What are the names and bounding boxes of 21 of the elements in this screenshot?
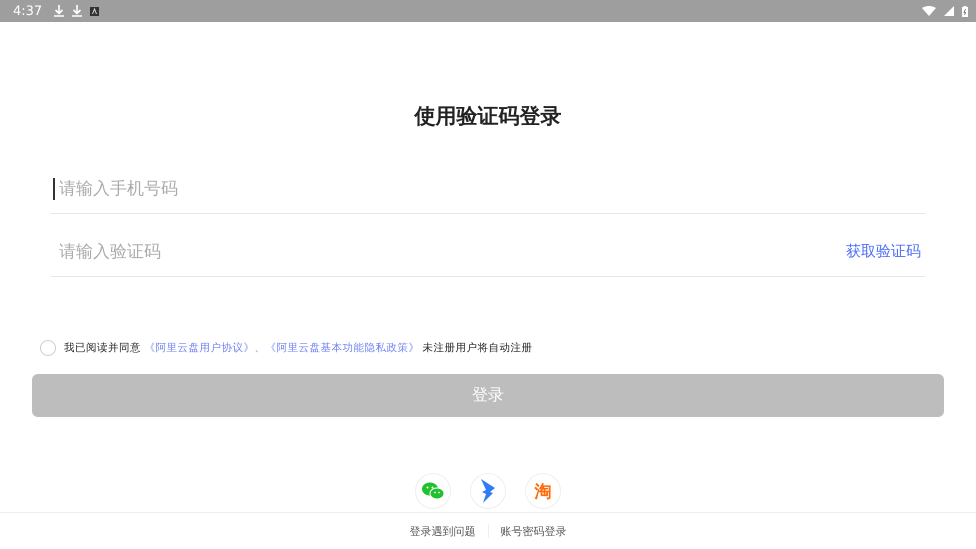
phone-field[interactable]: 请输入手机号码: [51, 178, 925, 198]
page-title: 使用验证码登录: [413, 103, 562, 130]
dingtalk-login-button[interactable]: [470, 473, 506, 509]
signal-icon: [944, 6, 954, 16]
user-agreement-link[interactable]: 《阿里云盘用户协议》: [144, 342, 254, 354]
footer-link[interactable]: 登录遇到问题: [410, 524, 476, 538]
agreement-checkbox[interactable]: [40, 340, 56, 356]
chat-bubbles-icon: [422, 482, 444, 500]
status-time: 4:37: [13, 4, 42, 18]
app-notification-icon: [90, 6, 100, 16]
download-icon: [72, 5, 82, 17]
wechat-login-button[interactable]: [415, 473, 451, 509]
verification-code-field[interactable]: 请输入验证码: [51, 242, 842, 262]
privacy-policy-link[interactable]: 《阿里云盘基本功能隐私政策》: [265, 342, 420, 354]
taobao-login-button[interactable]: 淘: [525, 473, 561, 509]
download-icon: [54, 5, 64, 17]
wifi-icon: [922, 6, 936, 16]
battery-icon: [962, 6, 968, 16]
agreement-text: 我已阅读并同意 《阿里云盘用户协议》、《阿里云盘基本功能隐私政策》 未注册用户将自动注册: [64, 341, 533, 355]
get-code-link[interactable]: 获取验证码: [842, 242, 925, 261]
footer-link[interactable]: 账号密码登录: [500, 524, 566, 538]
